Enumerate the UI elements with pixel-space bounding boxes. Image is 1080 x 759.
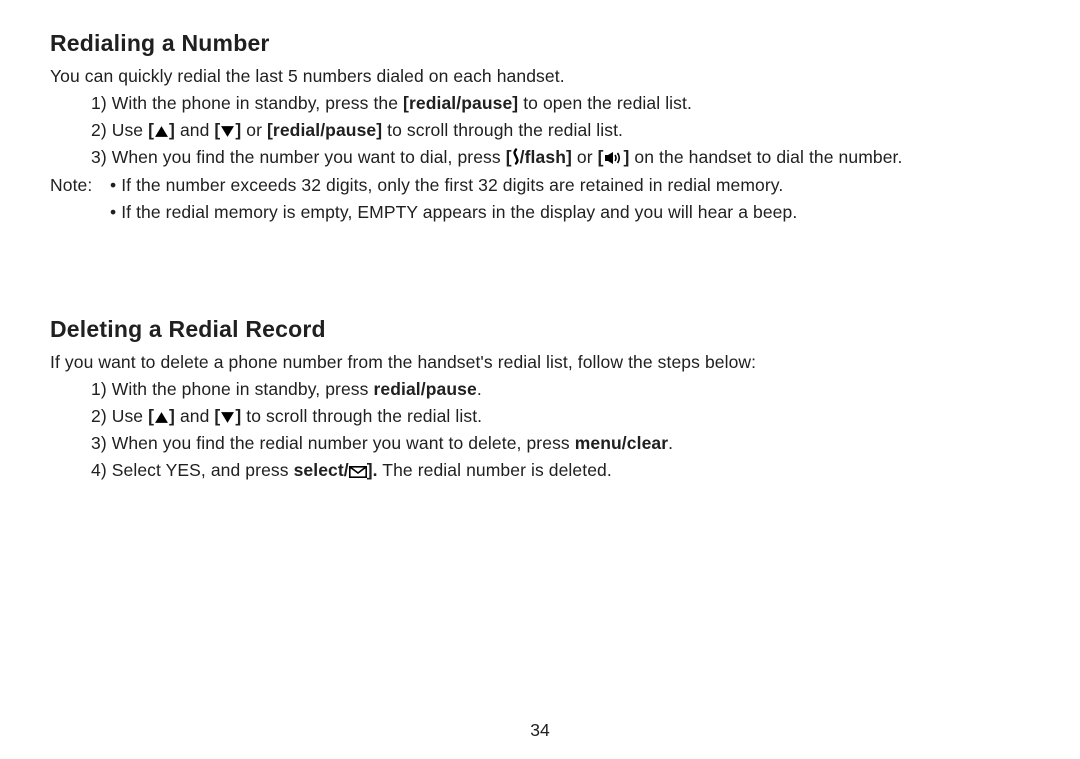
text: .: [668, 433, 673, 453]
note-line: • If the number exceeds 32 digits, only …: [110, 172, 797, 199]
text: on the handset to dial the number.: [629, 147, 902, 167]
bold-key: [redial/pause]: [403, 93, 518, 113]
text: 3) When you find the number you want to …: [91, 147, 506, 167]
note-line: • If the redial memory is empty, EMPTY a…: [110, 199, 797, 226]
talk-flash-icon: [512, 148, 520, 165]
text: 1) With the phone in standby, press the: [91, 93, 403, 113]
section2-step4: 4) Select YES, and press select/]. The r…: [91, 457, 1030, 484]
page-number: 34: [0, 720, 1080, 741]
text: 3) When you find the redial number you w…: [91, 433, 575, 453]
section2-intro: If you want to delete a phone number fro…: [50, 349, 1030, 376]
section1-intro: You can quickly redial the last 5 number…: [50, 63, 1030, 90]
text: and: [175, 120, 214, 140]
text: or: [572, 147, 598, 167]
note-label: Note:: [50, 172, 110, 226]
bold-key: select/: [294, 460, 349, 480]
text: 4) Select YES, and press: [91, 460, 294, 480]
text: The redial number is deleted.: [378, 460, 612, 480]
up-arrow-icon: [154, 125, 169, 138]
down-arrow-icon: [220, 411, 235, 424]
text: to open the redial list.: [518, 93, 692, 113]
section1-step2: 2) Use [] and [] or [redial/pause] to sc…: [91, 117, 1030, 144]
section1-step1: 1) With the phone in standby, press the …: [91, 90, 1030, 117]
section2-step2: 2) Use [] and [] to scroll through the r…: [91, 403, 1030, 430]
bold-key: /flash]: [520, 147, 572, 167]
up-arrow-icon: [154, 411, 169, 424]
envelope-icon: [349, 466, 367, 478]
section2-step1: 1) With the phone in standby, press redi…: [91, 376, 1030, 403]
speaker-icon: [604, 151, 624, 165]
text: 2) Use: [91, 406, 148, 426]
text: or: [241, 120, 267, 140]
down-arrow-icon: [220, 125, 235, 138]
section2-step3: 3) When you find the redial number you w…: [91, 430, 1030, 457]
text: to scroll through the redial list.: [241, 406, 482, 426]
bold-key: redial/pause: [373, 379, 476, 399]
bold-key: redial/pause]: [273, 120, 382, 140]
section1-step3: 3) When you find the number you want to …: [91, 144, 1030, 171]
text: 2) Use: [91, 120, 148, 140]
text: .: [477, 379, 482, 399]
text: to scroll through the redial list.: [382, 120, 623, 140]
text: and: [175, 406, 214, 426]
section1-notes: Note: • If the number exceeds 32 digits,…: [50, 172, 1030, 226]
text: 1) With the phone in standby, press: [91, 379, 373, 399]
bold-key: menu/clear: [575, 433, 668, 453]
section-heading-delete: Deleting a Redial Record: [50, 316, 1030, 343]
section-heading-redial: Redialing a Number: [50, 30, 1030, 57]
